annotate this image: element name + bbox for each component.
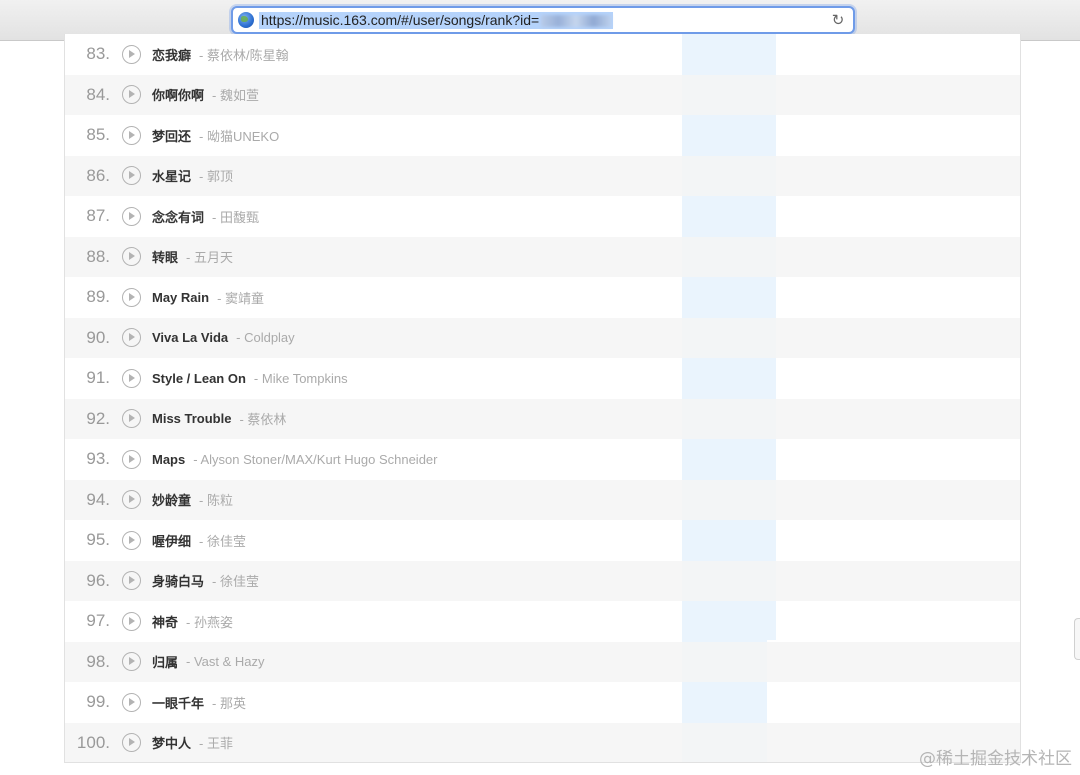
song-artist[interactable]: Coldplay — [236, 330, 295, 345]
song-artist[interactable]: 那英 — [212, 693, 246, 712]
play-icon[interactable] — [122, 692, 141, 712]
song-rank: 99. — [86, 692, 110, 712]
song-row[interactable]: 100. 梦中人王菲 — [65, 722, 1020, 762]
song-rank: 90. — [86, 327, 110, 347]
song-row[interactable]: 87. 念念有词田馥甄 — [65, 196, 1020, 237]
song-title[interactable]: 妙龄童 — [152, 490, 191, 509]
play-icon[interactable] — [122, 571, 141, 591]
play-icon[interactable] — [122, 44, 141, 64]
song-artist[interactable]: 徐佳莹 — [212, 571, 259, 590]
song-row[interactable]: 89. May Rain 窦靖童 — [65, 277, 1020, 318]
song-row[interactable]: 84. 你啊你啊魏如萱 — [65, 74, 1020, 115]
song-row[interactable]: 83. 恋我癖蔡依林/陈星翰 — [65, 34, 1020, 75]
song-rank: 84. — [86, 84, 110, 104]
play-icon[interactable] — [122, 368, 141, 388]
song-row[interactable]: 85. 梦回还呦猫UNEKO — [65, 115, 1020, 156]
song-rank: 95. — [86, 530, 110, 550]
song-rank: 83. — [86, 44, 110, 64]
globe-icon — [238, 12, 254, 28]
reload-icon[interactable]: ↻ — [829, 11, 847, 29]
song-artist[interactable]: Vast & Hazy — [186, 654, 265, 669]
song-title[interactable]: May Rain — [152, 290, 209, 305]
play-icon[interactable] — [122, 328, 141, 348]
song-rank: 87. — [86, 206, 110, 226]
song-row[interactable]: 97. 神奇孙燕姿 — [65, 601, 1020, 642]
song-rank: 92. — [86, 408, 110, 428]
song-title[interactable]: Viva La Vida — [152, 330, 228, 345]
song-title[interactable]: 喔伊细 — [152, 531, 191, 550]
song-title[interactable]: 水星记 — [152, 166, 191, 185]
song-artist[interactable]: Mike Tompkins — [254, 371, 348, 386]
song-row[interactable]: 91. Style / Lean On Mike Tompkins — [65, 358, 1020, 399]
song-row[interactable]: 88. 转眼五月天 — [65, 236, 1020, 277]
song-title[interactable]: 梦回还 — [152, 126, 191, 145]
song-title[interactable]: 梦中人 — [152, 733, 191, 752]
play-icon[interactable] — [122, 287, 141, 307]
song-rank: 100. — [76, 732, 110, 752]
play-icon[interactable] — [122, 733, 141, 753]
song-title[interactable]: 归属 — [152, 652, 178, 671]
play-icon[interactable] — [122, 530, 141, 550]
song-row[interactable]: 92. Miss Trouble 蔡依林 — [65, 398, 1020, 439]
song-title[interactable]: 一眼千年 — [152, 693, 204, 712]
song-row[interactable]: 90. Viva La Vida Coldplay — [65, 317, 1020, 358]
song-artist[interactable]: 魏如萱 — [212, 85, 259, 104]
song-rank-list: 83. 恋我癖蔡依林/陈星翰 84. 你啊你啊魏如萱 85. 梦回还呦猫UNEKO 86. 水… — [64, 34, 1021, 763]
song-row[interactable]: 99. 一眼千年那英 — [65, 682, 1020, 723]
play-icon[interactable] — [122, 490, 141, 510]
address-bar[interactable]: https://music.163.com/#/user/songs/rank?… — [231, 6, 855, 34]
url-text[interactable]: https://music.163.com/#/user/songs/rank?… — [259, 12, 614, 29]
play-icon[interactable] — [122, 125, 141, 145]
song-rank: 93. — [86, 449, 110, 469]
song-rank: 94. — [86, 489, 110, 509]
url-value: https://music.163.com/#/user/songs/rank?… — [261, 12, 540, 28]
song-artist[interactable]: 窦靖童 — [217, 288, 264, 307]
song-rank: 88. — [86, 246, 110, 266]
song-artist[interactable]: 陈粒 — [199, 490, 233, 509]
song-row[interactable]: 96. 身骑白马徐佳莹 — [65, 560, 1020, 601]
song-title[interactable]: 你啊你啊 — [152, 85, 204, 104]
url-redacted-blur — [541, 15, 612, 28]
play-icon[interactable] — [122, 652, 141, 672]
play-icon[interactable] — [122, 449, 141, 469]
song-rank: 91. — [86, 368, 110, 388]
song-row[interactable]: 98. 归属 Vast & Hazy — [65, 641, 1020, 682]
song-title[interactable]: Style / Lean On — [152, 371, 246, 386]
play-icon[interactable] — [122, 85, 141, 105]
song-title[interactable]: 念念有词 — [152, 207, 204, 226]
play-icon[interactable] — [122, 166, 141, 186]
song-artist[interactable]: 孙燕姿 — [186, 612, 233, 631]
song-artist[interactable]: 蔡依林 — [239, 409, 286, 428]
play-icon[interactable] — [122, 247, 141, 267]
watermark: @稀土掘金技术社区 — [919, 749, 1072, 769]
song-row[interactable]: 95. 喔伊细徐佳莹 — [65, 520, 1020, 561]
song-artist[interactable]: 徐佳莹 — [199, 531, 246, 550]
song-title[interactable]: Miss Trouble — [152, 411, 231, 426]
song-title[interactable]: Maps — [152, 452, 185, 467]
song-artist[interactable]: 田馥甄 — [212, 207, 259, 226]
play-icon[interactable] — [122, 611, 141, 631]
song-title[interactable]: 身骑白马 — [152, 571, 204, 590]
song-title[interactable]: 神奇 — [152, 612, 178, 631]
song-rank: 98. — [86, 651, 110, 671]
song-rank: 96. — [86, 570, 110, 590]
song-rank: 97. — [86, 611, 110, 631]
play-icon[interactable] — [122, 206, 141, 226]
play-icon[interactable] — [122, 409, 141, 429]
song-rank: 89. — [86, 287, 110, 307]
song-artist[interactable]: 郭顶 — [199, 166, 233, 185]
song-artist[interactable]: Alyson Stoner/MAX/Kurt Hugo Schneider — [193, 452, 437, 467]
scrollbar-handle[interactable] — [1074, 618, 1080, 660]
song-artist[interactable]: 蔡依林/陈星翰 — [199, 45, 289, 64]
song-row[interactable]: 86. 水星记郭顶 — [65, 155, 1020, 196]
song-rank: 85. — [86, 125, 110, 145]
song-title[interactable]: 恋我癖 — [152, 45, 191, 64]
song-artist[interactable]: 五月天 — [186, 247, 233, 266]
song-artist[interactable]: 王菲 — [199, 733, 233, 752]
song-rank: 86. — [86, 165, 110, 185]
song-row[interactable]: 94. 妙龄童陈粒 — [65, 479, 1020, 520]
song-row[interactable]: 93. Maps Alyson Stoner/MAX/Kurt Hugo Schne… — [65, 439, 1020, 480]
song-title[interactable]: 转眼 — [152, 247, 178, 266]
song-artist[interactable]: 呦猫UNEKO — [199, 126, 279, 145]
